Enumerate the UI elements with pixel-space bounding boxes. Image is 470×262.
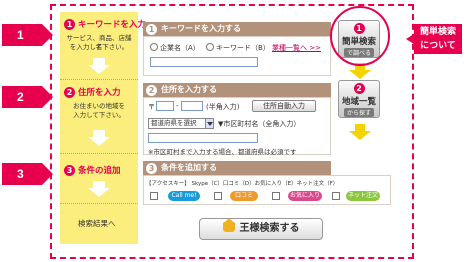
- keyword-number-icon: 1: [146, 24, 157, 35]
- keyword-input[interactable]: [150, 57, 258, 67]
- area-list-sub: から探す: [343, 108, 374, 117]
- step-number: 2: [17, 90, 24, 104]
- conditions-panel: 【アクセスキー】 Skype（C）口コミ（D）お気に入り（E）ネット注文（F） …: [143, 175, 391, 205]
- favorite-tag: お気に入り: [288, 191, 322, 201]
- step2-desc-1: お住まいの地域を: [73, 102, 125, 110]
- prefecture-select[interactable]: 都道府県を選択: [148, 118, 214, 129]
- skype-checkbox[interactable]: [150, 192, 158, 200]
- down-arrow-icon: [88, 130, 110, 146]
- step1-title-text: キーワードを入力: [78, 20, 147, 30]
- category-list-link[interactable]: 業種一覧へ >>: [272, 43, 321, 53]
- king-search-label: 王様検索する: [239, 223, 300, 234]
- address-number-icon: 2: [146, 85, 157, 96]
- postal-mark: 〒: [148, 103, 155, 111]
- chevron-down-icon[interactable]: [205, 119, 213, 128]
- callout-line-1: 簡単検索: [419, 27, 456, 37]
- step3-title-text: 条件の追加: [78, 166, 121, 176]
- conditions-section-header: 3 条件を追加する: [143, 161, 331, 175]
- highlight-ring: [330, 6, 390, 66]
- step3-title: 3 条件の追加: [64, 164, 121, 176]
- address-panel: 〒 - (半角入力) 住所自動入力 都道府県を選択 ▼市区町村名（全角入力） ※…: [143, 97, 331, 156]
- radio-keyword-label: キーワード（B）: [216, 44, 270, 52]
- keyword-section-title: キーワードを入力する: [161, 24, 241, 33]
- step-arrow-1: 1: [2, 24, 53, 46]
- postal-hint: (半角入力): [206, 103, 240, 111]
- prefecture-select-value: 都道府県を選択: [151, 119, 197, 127]
- step-arrow-2: 2: [2, 86, 53, 108]
- skype-tag: Call me!: [168, 191, 200, 201]
- callout-line-2: について: [420, 41, 456, 51]
- city-input[interactable]: [148, 133, 258, 143]
- down-arrow-icon: [88, 58, 110, 74]
- results-label: 検索結果へ: [78, 219, 116, 228]
- net-order-tag: ネット注文: [346, 191, 380, 201]
- easy-search-callout: 簡単検索 について: [406, 24, 462, 54]
- postal-dash: -: [176, 102, 179, 110]
- step2-number-icon: 2: [64, 87, 75, 98]
- radio-keyword[interactable]: キーワード（B）: [206, 43, 270, 53]
- postal-code-2-input[interactable]: [181, 101, 203, 111]
- radio-icon[interactable]: [150, 43, 158, 51]
- address-section-header: 2 住所を入力する: [143, 83, 331, 97]
- area-list-title: 地域一覧: [341, 97, 376, 107]
- step1-panel: 1 キーワードを入力 サービス、商品、店舗名 を入力して下さい。: [60, 12, 146, 80]
- step2-title: 2 住所を入力: [64, 86, 121, 98]
- down-arrow-icon: [349, 124, 371, 140]
- step-arrow-3: 3: [2, 163, 53, 185]
- step3-panel: 3 条件の追加: [60, 154, 138, 204]
- step1-number-icon: 1: [64, 19, 75, 30]
- radio-company-label: 企業名（A）: [160, 44, 200, 52]
- search-guide: 1 2 3 1 キーワードを入力 サービス、商品、店舗名 を入力して下さい。 2住…: [0, 0, 470, 262]
- step2-desc-2: 入力して下さい。: [73, 111, 125, 119]
- address-section-title: 住所を入力する: [161, 85, 217, 94]
- favorite-checkbox[interactable]: [272, 192, 280, 200]
- step1-desc-2: を入力して下さい。: [69, 43, 129, 51]
- city-label: ▼市区町村名（全角入力）: [218, 120, 301, 128]
- down-arrow-icon: [88, 181, 110, 197]
- area-list-button[interactable]: 2 地域一覧 から探す: [338, 80, 380, 118]
- conditions-number-icon: 3: [146, 163, 157, 174]
- step2-panel: 2 住所を入力 お住まいの地域を 入力して下さい。: [60, 80, 138, 154]
- postal-code-1-input[interactable]: [156, 101, 174, 111]
- address-note: ※市区町村まで入力する場合、都道府県は必須です: [148, 148, 297, 156]
- step3-number-icon: 3: [64, 165, 75, 176]
- review-tag: 口コミ: [230, 191, 258, 201]
- radio-company[interactable]: 企業名（A）: [150, 43, 200, 53]
- radio-icon[interactable]: [206, 43, 214, 51]
- keyword-section-header: 1 キーワードを入力する: [143, 22, 331, 36]
- step-number: 1: [17, 28, 24, 42]
- conditions-section-title: 条件を追加する: [161, 163, 217, 172]
- keyword-panel: 企業名（A） キーワード（B） 業種一覧へ >>: [143, 36, 331, 76]
- crown-icon: [222, 218, 235, 232]
- step-number: 3: [17, 167, 24, 181]
- access-key-legend: 【アクセスキー】 Skype（C）口コミ（D）お気に入り（E）ネット注文（F）: [146, 181, 339, 187]
- step2-title-text: 住所を入力: [78, 88, 121, 98]
- review-checkbox[interactable]: [214, 192, 222, 200]
- area-list-number-icon: 2: [353, 83, 365, 94]
- auto-address-button[interactable]: 住所自動入力: [252, 100, 316, 112]
- step1-title: 1 キーワードを入力: [64, 18, 146, 30]
- net-order-checkbox[interactable]: [332, 192, 340, 200]
- king-search-button[interactable]: 王様検索する: [199, 218, 323, 240]
